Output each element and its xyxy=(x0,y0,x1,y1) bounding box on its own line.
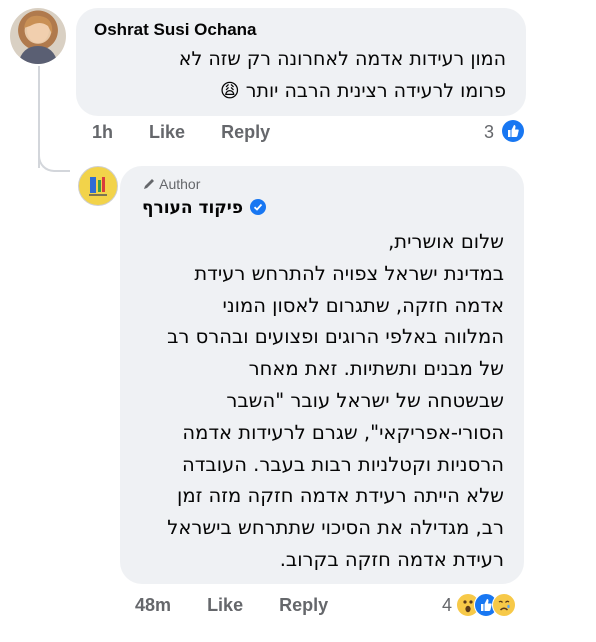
comment-author-name[interactable]: Oshrat Susi Ochana xyxy=(94,20,257,40)
pencil-icon xyxy=(144,179,154,189)
author-badge-label: Author xyxy=(159,176,201,192)
comment-line: הסורי-אפריקאי", שגרם לרעידות אדמה xyxy=(182,420,504,444)
comment-text: פרומו לרעידה רצינית הרבה יותר xyxy=(245,80,506,102)
like-icon xyxy=(502,120,524,142)
comment-line: של מבנים ותשתיות. זאת מאחר xyxy=(248,357,504,381)
comment-body: שלום אושרית, במדינת ישראל צפויה להתרחש ר… xyxy=(134,226,504,576)
comment-author-row: פיקוד העורף xyxy=(142,198,267,218)
author-badge: Author xyxy=(142,176,200,192)
comment-time[interactable]: 48m xyxy=(135,595,171,615)
reaction-summary-2[interactable]: 4 xyxy=(440,593,530,619)
reaction-count: 4 xyxy=(442,595,453,615)
reaction-count: 3 xyxy=(484,122,495,142)
like-button[interactable]: Like xyxy=(149,122,185,142)
comment-author-name[interactable]: פיקוד העורף xyxy=(142,198,243,218)
reply-button[interactable]: Reply xyxy=(279,595,328,615)
comment-bubble-2: Author פיקוד העורף שלום אושרית, במדינת י… xyxy=(120,166,524,584)
avatar-photo-icon xyxy=(18,15,58,64)
comment-line: שלום אושרית, xyxy=(388,230,504,253)
home-front-command-logo-icon xyxy=(81,169,115,203)
comment-text-line-2: פרומו לרעידה רצינית הרבה יותר 😩 xyxy=(220,80,506,102)
comment-actions-1: 1h Like Reply xyxy=(92,122,270,143)
weary-emoji: 😩 xyxy=(219,80,240,102)
comment-line: שבשטחה של ישראל עובר "השבר xyxy=(226,388,504,412)
comment-time[interactable]: 1h xyxy=(92,122,113,142)
sad-icon xyxy=(492,593,516,617)
comment-line: אדמה חזקה, שתגרום לאסון המוני xyxy=(222,293,504,317)
comment-line: רעידת אדמה חזקה בקרוב. xyxy=(279,547,504,571)
comment-line: רב, מגדילה את הסיכוי שתתרחש בישראל xyxy=(167,516,504,540)
comment-line: המלווה באלפי הרוגים ופצועים ובהרס רב xyxy=(167,325,504,349)
reaction-summary-1[interactable]: 3 xyxy=(480,120,528,146)
thread-line-curve xyxy=(38,150,70,172)
avatar-oshrat[interactable] xyxy=(10,8,66,64)
comment-line: הרסניות וקטלניות רבות בעבר. העובדה xyxy=(182,452,504,476)
reply-button[interactable]: Reply xyxy=(221,122,270,142)
comment-line: במדינת ישראל צפויה להתרחש רעידת xyxy=(194,261,504,285)
avatar-pikud-haoref[interactable] xyxy=(78,166,118,206)
like-button[interactable]: Like xyxy=(207,595,243,615)
comment-line: שלא הייתה רעידת אדמה חזקה מזה זמן xyxy=(177,484,504,508)
comment-text-line: המון רעידות אדמה לאחרונה רק שזה לא xyxy=(178,48,506,70)
verified-badge-icon xyxy=(250,199,267,215)
comment-actions-2: 48m Like Reply xyxy=(135,595,328,616)
comment-bubble-1: Oshrat Susi Ochana המון רעידות אדמה לאחר… xyxy=(76,8,526,116)
